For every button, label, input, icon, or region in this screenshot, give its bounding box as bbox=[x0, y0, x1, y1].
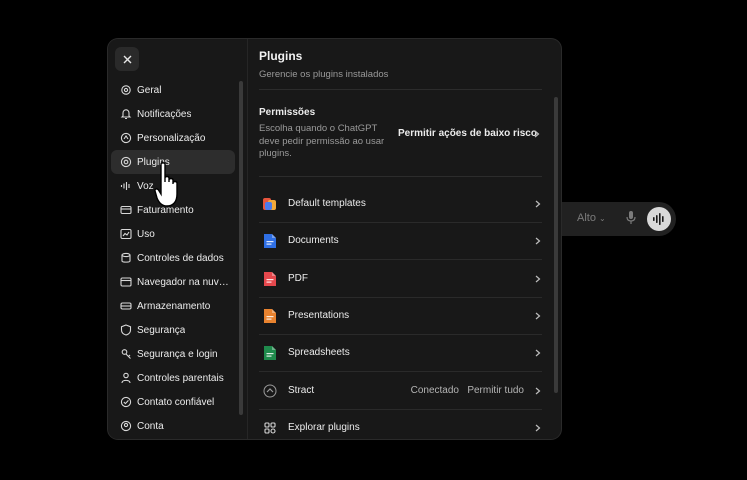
trusted-contact-icon bbox=[120, 396, 132, 408]
plugins-panel: Plugins Gerencie os plugins instalados P… bbox=[248, 39, 561, 439]
settings-dialog: Geral Notificações Personalização Plugins Vo… bbox=[108, 39, 561, 439]
chevron-right-icon bbox=[535, 349, 541, 357]
plugin-label: Default templates bbox=[288, 198, 366, 209]
close-icon bbox=[123, 55, 131, 63]
chevron-down-icon: ⌄ bbox=[598, 214, 606, 223]
divider bbox=[259, 371, 542, 372]
sidebar-item[interactable]: Conta bbox=[111, 414, 235, 438]
cloud-browser-icon bbox=[120, 277, 132, 287]
chevron-right-icon bbox=[535, 424, 541, 432]
sidebar-item[interactable]: Geral bbox=[111, 78, 235, 102]
usage-icon bbox=[120, 228, 132, 240]
plugin-label: Documents bbox=[288, 235, 339, 246]
documents-icon bbox=[262, 233, 278, 249]
voice-mode-icon bbox=[653, 213, 664, 225]
sidebar-item-label: Navegador na nuvem bbox=[137, 276, 229, 288]
plugin-icon bbox=[120, 156, 132, 168]
sidebar-item[interactable]: Segurança bbox=[111, 318, 235, 342]
sidebar-item[interactable]: Notificações bbox=[111, 102, 235, 126]
sidebar-item-label: Controles parentais bbox=[137, 372, 224, 384]
voice-mode-button[interactable] bbox=[647, 207, 671, 231]
page-subtitle: Gerencie os plugins instalados bbox=[259, 69, 389, 80]
sidebar-item[interactable]: Segurança e login bbox=[111, 342, 235, 366]
database-icon bbox=[121, 252, 131, 263]
content-scrollbar[interactable] bbox=[554, 97, 558, 393]
shield-icon bbox=[120, 324, 132, 336]
pdf-icon bbox=[262, 271, 278, 287]
chevron-right-icon bbox=[535, 312, 541, 320]
plugin-row[interactable]: Default templates bbox=[259, 186, 542, 223]
voice-icon bbox=[120, 182, 130, 190]
permissions-title: Permissões bbox=[259, 107, 316, 118]
model-label: Alto bbox=[577, 212, 596, 224]
permissions-selector[interactable]: Permitir ações de baixo risco bbox=[398, 128, 537, 139]
card-icon bbox=[120, 205, 132, 215]
sidebar-item[interactable]: Controles de dados bbox=[111, 246, 235, 270]
plugin-permission[interactable]: Permitir tudo bbox=[467, 385, 524, 396]
sidebar-item-label: Controles de dados bbox=[137, 252, 224, 264]
sidebar-item[interactable]: Contato confiável bbox=[111, 390, 235, 414]
sidebar-item[interactable]: Navegador na nuvem bbox=[111, 270, 235, 294]
permissions-description: Escolha quando o ChatGPT deve pedir perm… bbox=[259, 123, 385, 159]
sidebar-item-label: Uso bbox=[137, 228, 155, 240]
plugin-label: Presentations bbox=[288, 310, 350, 321]
plugin-status: Conectado bbox=[410, 385, 459, 396]
templates-icon bbox=[262, 196, 278, 212]
chevron-right-icon bbox=[534, 130, 540, 138]
account-icon bbox=[120, 420, 132, 432]
sidebar-item-label: Conta bbox=[137, 420, 164, 432]
gear-icon bbox=[121, 85, 131, 95]
spreadsheets-icon bbox=[262, 345, 278, 361]
chevron-right-icon bbox=[535, 200, 541, 208]
login-security-icon bbox=[121, 349, 131, 359]
page-title: Plugins bbox=[259, 49, 303, 63]
sidebar-item[interactable]: Personalização bbox=[111, 126, 235, 150]
stract-icon bbox=[262, 383, 278, 399]
settings-sidebar: Geral Notificações Personalização Plugins Vo… bbox=[108, 39, 247, 439]
plugin-row[interactable]: Spreadsheets bbox=[259, 335, 542, 372]
mic-icon[interactable] bbox=[626, 211, 636, 225]
hand-cursor-icon bbox=[154, 162, 178, 207]
plugin-row[interactable]: PDF bbox=[259, 261, 542, 298]
close-button[interactable] bbox=[115, 47, 139, 71]
sidebar-item[interactable]: Armazenamento bbox=[111, 294, 235, 318]
sidebar-item-label: Geral bbox=[137, 84, 162, 96]
sidebar-item[interactable]: Controles parentais bbox=[111, 366, 235, 390]
personalization-icon bbox=[120, 132, 132, 144]
plugin-label: Stract bbox=[288, 385, 315, 396]
plugin-label: Explorar plugins bbox=[288, 422, 360, 433]
presentations-icon bbox=[262, 308, 278, 324]
plugin-row[interactable]: Documents bbox=[259, 223, 542, 260]
sidebar-item[interactable]: Uso bbox=[111, 222, 235, 246]
sidebar-scrollbar[interactable] bbox=[239, 81, 243, 415]
model-selector[interactable]: Alto ⌄ bbox=[577, 212, 606, 224]
plugin-label: PDF bbox=[288, 273, 308, 284]
sidebar-item-label: Segurança bbox=[137, 324, 186, 336]
divider bbox=[259, 176, 542, 177]
chevron-right-icon bbox=[535, 387, 541, 395]
sidebar-item-label: Segurança e login bbox=[137, 348, 218, 360]
sidebar-item-label: Personalização bbox=[137, 132, 206, 144]
divider bbox=[259, 259, 542, 260]
plugin-row[interactable]: Presentations bbox=[259, 298, 542, 335]
sidebar-item-label: Notificações bbox=[137, 108, 192, 120]
chevron-right-icon bbox=[535, 275, 541, 283]
plugin-row[interactable]: Explorar plugins bbox=[259, 410, 542, 439]
divider bbox=[259, 89, 542, 90]
sidebar-item-label: Armazenamento bbox=[137, 300, 211, 312]
sidebar-item-label: Contato confiável bbox=[137, 396, 215, 408]
settings-nav: Geral Notificações Personalização Plugins Vo… bbox=[111, 78, 235, 438]
storage-icon bbox=[120, 302, 132, 310]
plugin-row[interactable]: Stract Conectado Permitir tudo bbox=[259, 373, 542, 410]
explore-grid-icon bbox=[262, 420, 278, 436]
parental-icon bbox=[121, 372, 131, 384]
bell-icon bbox=[120, 109, 132, 120]
chevron-right-icon bbox=[535, 237, 541, 245]
plugin-label: Spreadsheets bbox=[288, 347, 350, 358]
